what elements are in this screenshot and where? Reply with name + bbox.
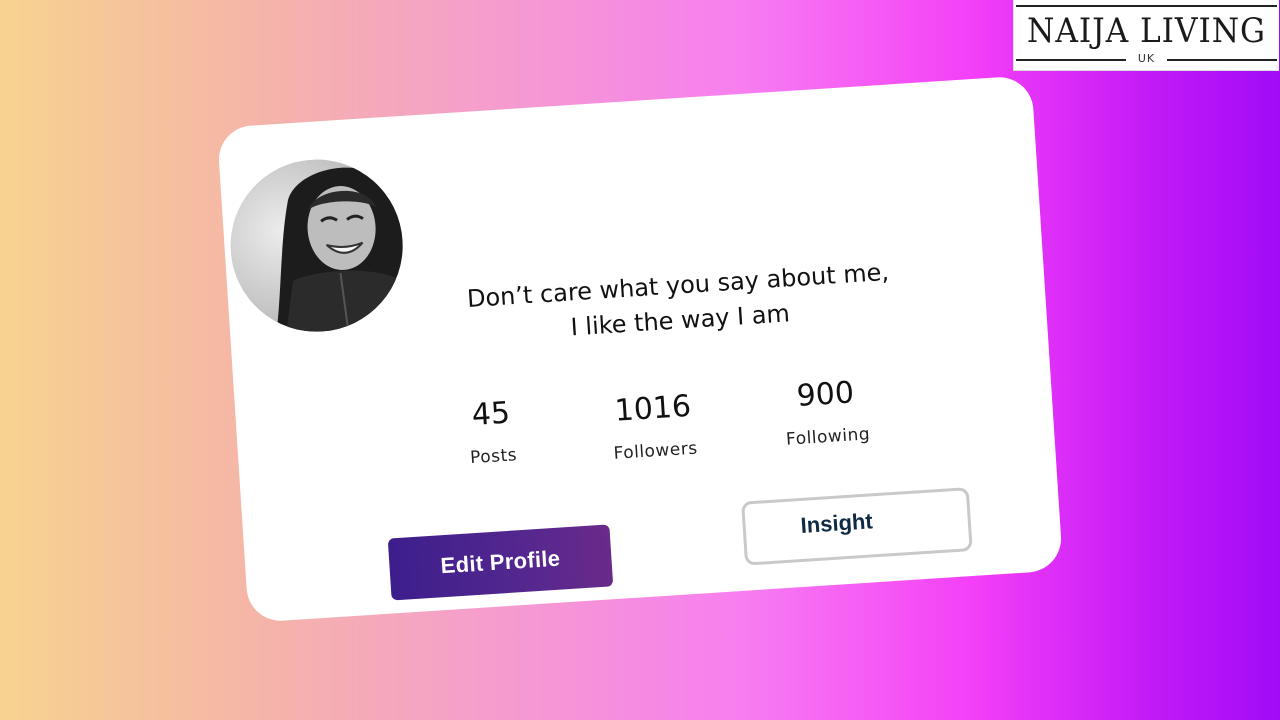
avatar-photo xyxy=(225,154,409,338)
following-label: Following xyxy=(785,424,871,450)
profile-bio: Don’t care what you say about me, I like… xyxy=(417,252,940,355)
edit-profile-button[interactable]: Edit Profile xyxy=(387,524,614,601)
logo-top-rule xyxy=(1016,5,1277,7)
insight-button[interactable]: Insight xyxy=(741,487,973,566)
naija-living-logo: NAIJA LIVING UK xyxy=(1013,0,1279,71)
followers-label: Followers xyxy=(612,438,699,464)
posts-stat[interactable]: 45 Posts xyxy=(445,394,539,472)
avatar xyxy=(225,154,409,338)
followers-count: 1016 xyxy=(613,388,693,429)
posts-label: Posts xyxy=(469,445,518,469)
following-stat[interactable]: 900 Following xyxy=(769,374,883,453)
posts-count: 45 xyxy=(470,395,512,433)
logo-name: NAIJA LIVING xyxy=(1027,11,1266,51)
following-count: 900 xyxy=(795,375,856,414)
profile-card: Don’t care what you say about me, I like… xyxy=(216,75,1064,623)
followers-stat[interactable]: 1016 Followers xyxy=(597,388,711,467)
logo-bottom-rule-right xyxy=(1167,59,1277,61)
